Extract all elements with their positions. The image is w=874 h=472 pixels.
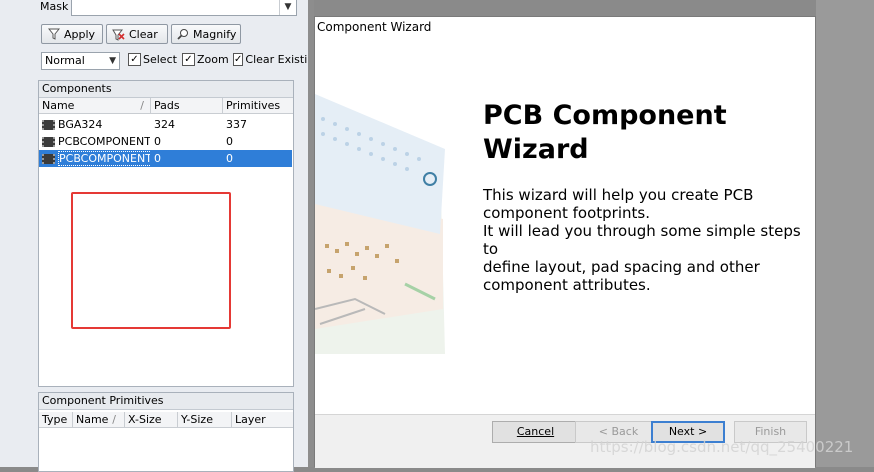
component-chip-icon	[42, 154, 55, 164]
magnifier-icon	[177, 28, 189, 41]
row-name: BGA324	[58, 118, 103, 131]
checkmark-icon: ✓	[128, 53, 141, 66]
row-name: PCBCOMPONENT_	[58, 135, 150, 148]
filter-mode-select[interactable]: Normal ▼	[41, 52, 120, 70]
apply-button[interactable]: Apply	[41, 24, 103, 44]
table-row[interactable]: BGA324 324 337	[39, 116, 292, 133]
clear-existing-label: Clear Existin	[245, 53, 308, 66]
desc-line-4: define layout, pad spacing and other	[483, 258, 760, 276]
desc-line-5: component attributes.	[483, 276, 651, 294]
chevron-down-icon: ▼	[109, 56, 116, 66]
mask-input[interactable]: ▼	[71, 0, 297, 16]
components-table-header: Name / Pads Primitives	[39, 98, 293, 114]
row-primitives: 337	[226, 118, 247, 131]
column-header-name[interactable]: Name /	[73, 412, 125, 427]
dialog-title: Component Wizard	[317, 20, 432, 34]
mask-label: Mask	[40, 0, 69, 13]
column-name-label: Name	[76, 413, 109, 426]
funnel-icon	[47, 28, 60, 41]
column-header-x-size[interactable]: X-Size	[125, 412, 178, 427]
component-chip-icon	[42, 120, 55, 130]
primitives-table-header: Type Name / X-Size Y-Size Layer	[39, 412, 293, 428]
clear-button[interactable]: Clear	[106, 24, 168, 44]
column-header-y-size[interactable]: Y-Size	[178, 412, 232, 427]
zoom-checkbox[interactable]: ✓ Zoom	[182, 53, 229, 66]
select-checkbox-label: Select	[143, 53, 177, 66]
background-area	[816, 0, 874, 467]
annotation-highlight-box	[71, 192, 231, 329]
row-pads: 0	[154, 135, 161, 148]
component-chip-icon	[42, 137, 55, 147]
sort-icon: /	[140, 99, 144, 112]
table-row[interactable]: PCBCOMPONENT_ 0 0	[39, 133, 292, 150]
row-primitives: 0	[226, 152, 233, 165]
mask-row: Mask ▼	[38, 0, 298, 16]
chevron-down-icon[interactable]: ▼	[279, 0, 296, 15]
heading-line-1: PCB Component	[483, 100, 727, 131]
components-panel-title: Components	[39, 81, 293, 98]
wizard-heading: PCB Component Wizard	[483, 99, 783, 167]
component-primitives-title: Component Primitives	[39, 393, 293, 410]
clear-existing-checkbox[interactable]: ✓ Clear Existin	[233, 53, 308, 66]
heading-line-2: Wizard	[483, 134, 589, 165]
finish-label: Finish	[754, 425, 787, 438]
row-primitives: 0	[226, 135, 233, 148]
select-checkbox[interactable]: ✓ Select	[128, 53, 177, 66]
column-header-primitives[interactable]: Primitives	[223, 98, 293, 113]
desc-line-1: This wizard will help you create PCB	[483, 186, 754, 204]
row-pads: 0	[154, 152, 161, 165]
wizard-description: This wizard will help you create PCB com…	[483, 186, 803, 294]
back-label: < Back	[598, 425, 639, 438]
apply-label: Apply	[64, 27, 96, 41]
column-header-name[interactable]: Name /	[39, 98, 151, 113]
cancel-label: Cancel	[516, 425, 555, 438]
column-header-type[interactable]: Type	[39, 412, 73, 427]
column-name-label: Name	[42, 99, 75, 112]
desc-line-3: It will lead you through some simple ste…	[483, 222, 801, 258]
component-wizard-dialog: Component Wizard PCB Component Wizard Th…	[314, 16, 816, 468]
zoom-checkbox-label: Zoom	[197, 53, 229, 66]
checkmark-icon: ✓	[233, 53, 244, 66]
cancel-button[interactable]: Cancel	[492, 421, 579, 443]
column-header-layer[interactable]: Layer	[232, 412, 293, 427]
desc-line-2: component footprints.	[483, 204, 650, 222]
pcb-illustration	[315, 94, 445, 354]
clear-filter-icon	[112, 28, 125, 41]
clear-label: Clear	[129, 27, 158, 41]
next-label: Next >	[668, 425, 708, 438]
magnify-button[interactable]: Magnify	[171, 24, 241, 44]
row-pads: 324	[154, 118, 175, 131]
filter-mode-value: Normal	[45, 54, 85, 67]
wizard-body: PCB Component Wizard This wizard will he…	[315, 39, 815, 425]
checkmark-icon: ✓	[182, 53, 195, 66]
magnify-label: Magnify	[193, 27, 237, 41]
row-name: PCBCOMPONENT_	[58, 151, 150, 166]
column-header-pads[interactable]: Pads	[151, 98, 223, 113]
watermark-text: https://blog.csdn.net/qq_25400221	[590, 438, 854, 456]
pcb-library-panel: Mask ▼ Apply Clear Magnify Normal ▼ ✓ Se…	[0, 0, 308, 472]
component-primitives-panel: Component Primitives Type Name / X-Size …	[38, 392, 294, 472]
sort-icon: /	[112, 413, 116, 426]
table-row-selected[interactable]: PCBCOMPONENT_ 0 0	[39, 150, 292, 167]
